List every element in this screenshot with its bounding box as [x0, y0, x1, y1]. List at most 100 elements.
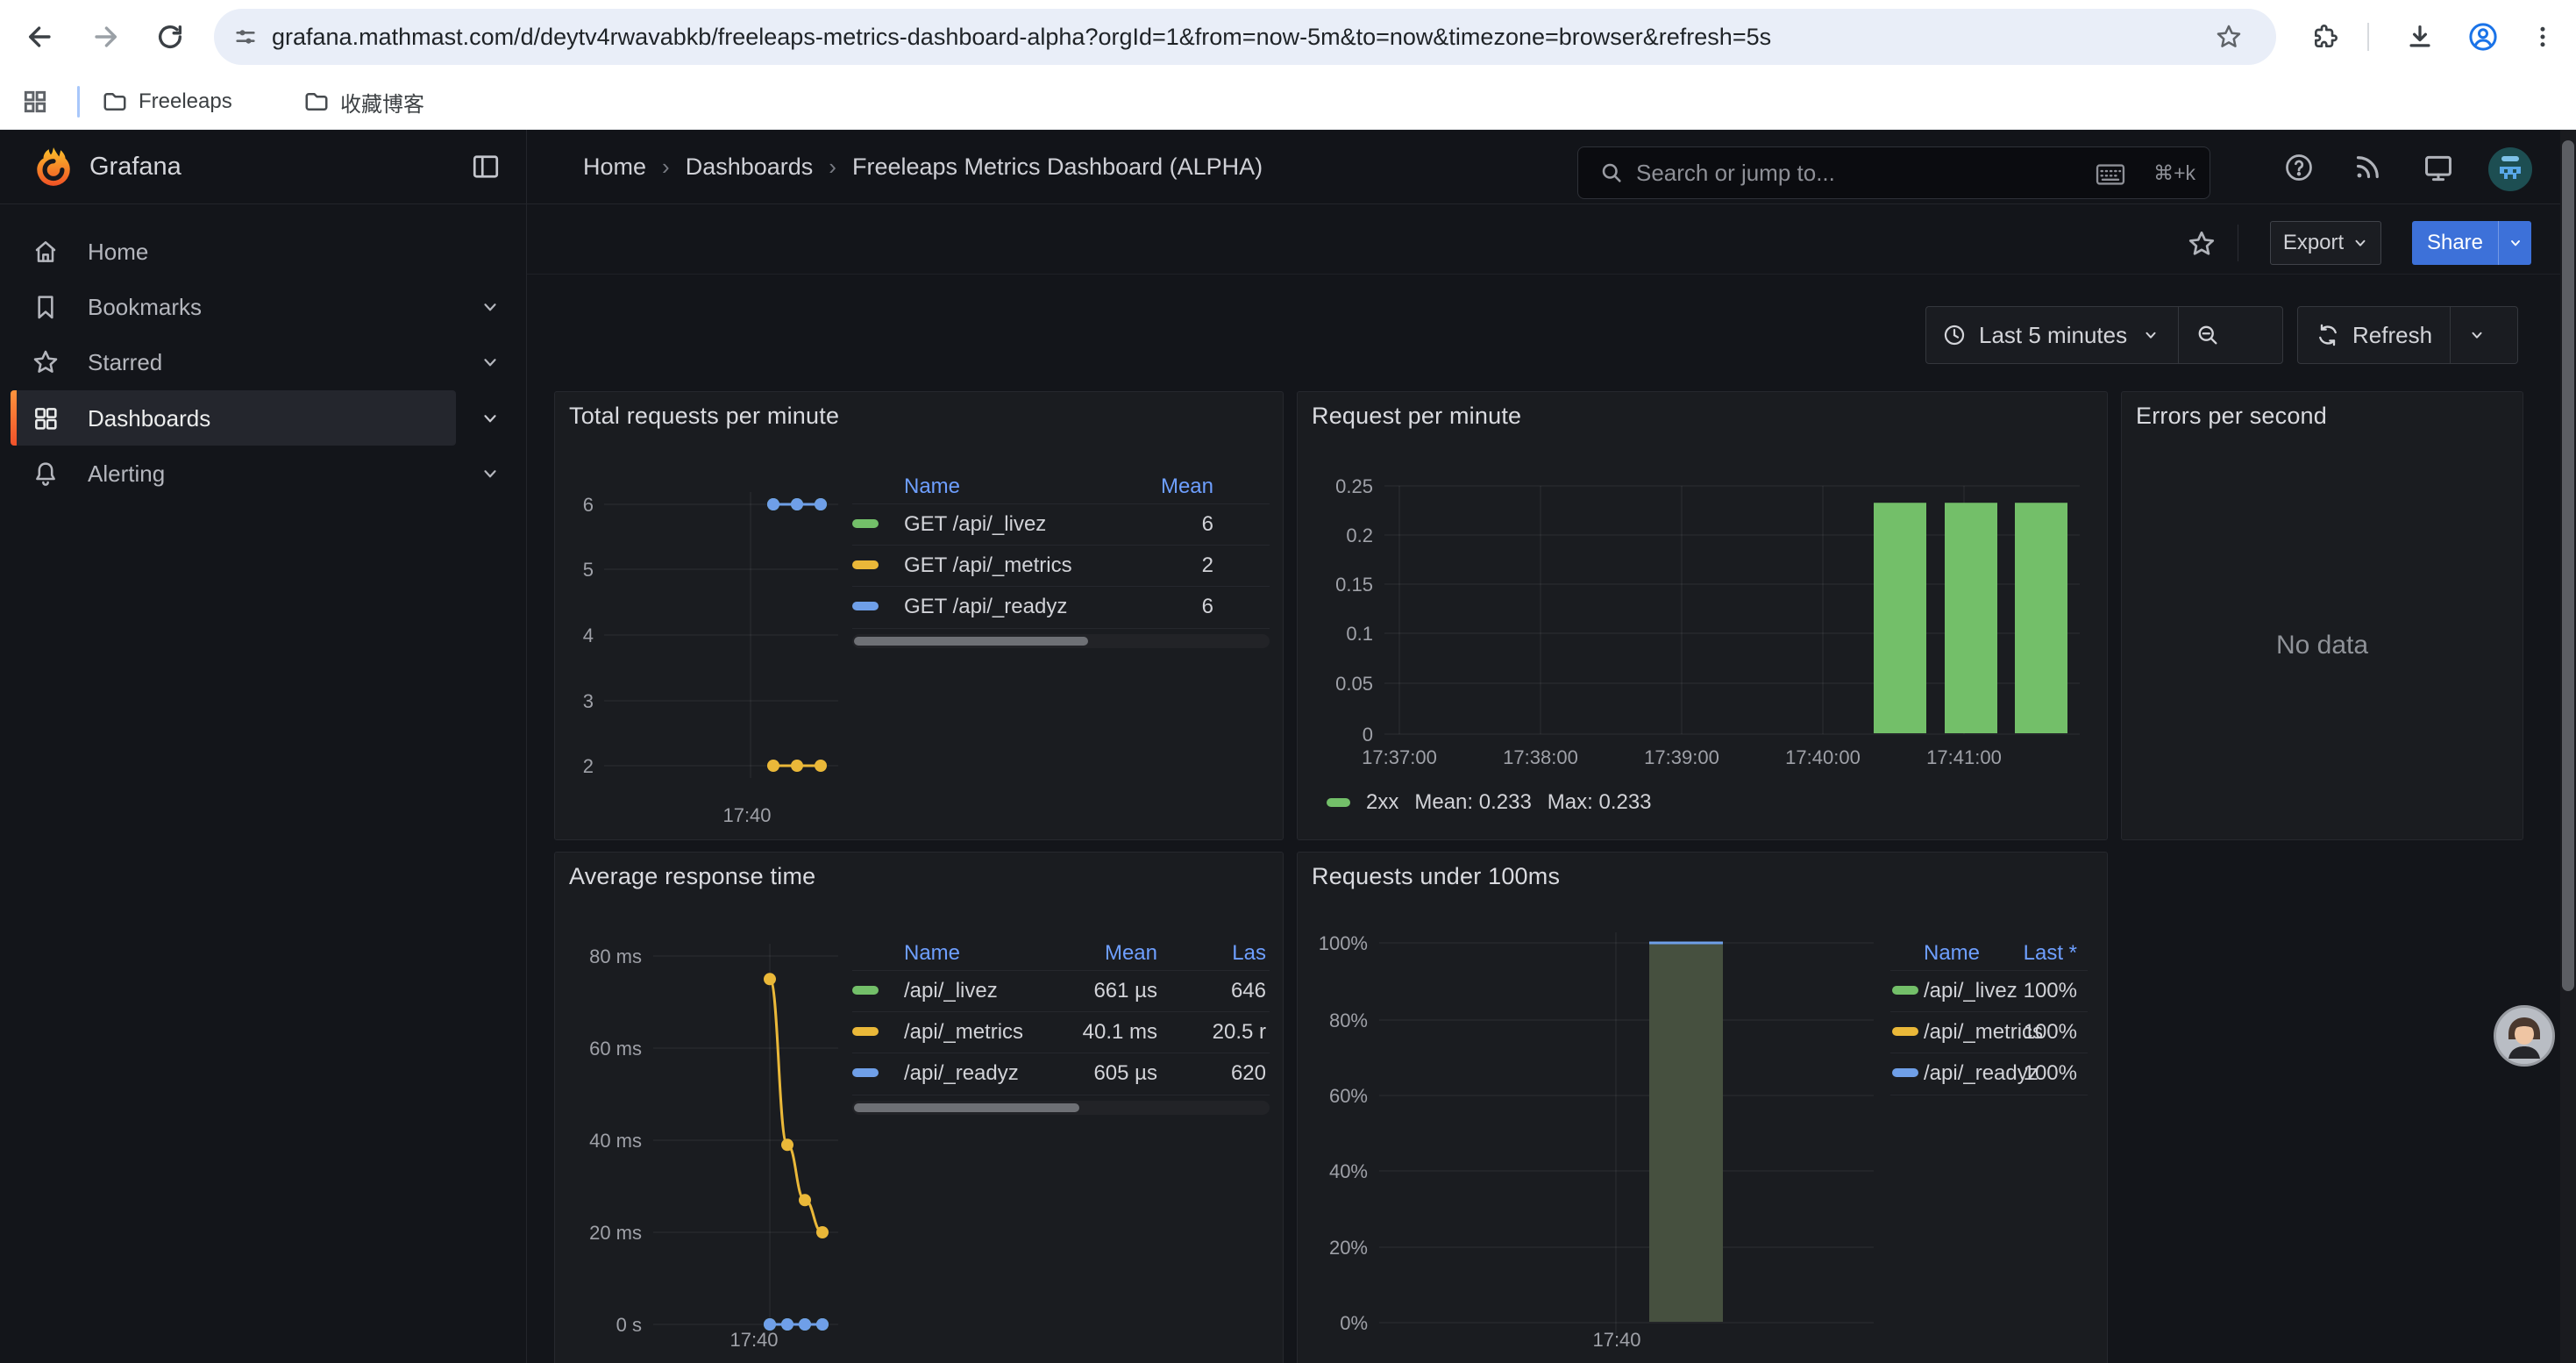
- series-color-pill[interactable]: [852, 519, 879, 528]
- series-color-pill[interactable]: [1892, 986, 1918, 995]
- chevron-down-icon[interactable]: [480, 297, 500, 317]
- legend-series-name[interactable]: GET /api/_readyz: [904, 586, 1067, 627]
- user-avatar[interactable]: [2488, 147, 2532, 191]
- series-color-pill[interactable]: [852, 1068, 879, 1077]
- legend-series-name[interactable]: /api/_metrics: [904, 1011, 1023, 1053]
- chart-data-point[interactable]: [791, 498, 803, 510]
- sidebar-item-bookmarks[interactable]: Bookmarks: [0, 282, 526, 332]
- downloads-icon[interactable]: [2399, 0, 2441, 74]
- bar[interactable]: [1874, 503, 1926, 733]
- back-icon[interactable]: [19, 0, 61, 74]
- legend-scrollbar[interactable]: [852, 1101, 1270, 1115]
- menu-kebab-icon[interactable]: [2522, 0, 2564, 74]
- chart-data-point[interactable]: [781, 1318, 793, 1331]
- page-scrollbar-thumb[interactable]: [2562, 140, 2574, 991]
- breadcrumb-dashboards[interactable]: Dashboards: [686, 153, 814, 181]
- chart-data-point[interactable]: [781, 1138, 793, 1151]
- search-input[interactable]: Search or jump to... ⌘+k: [1577, 146, 2210, 199]
- chevron-down-icon[interactable]: [480, 409, 500, 428]
- chart-data-point[interactable]: [764, 1318, 776, 1331]
- chart-data-point[interactable]: [791, 760, 803, 772]
- news-rss-icon[interactable]: [2352, 152, 2383, 188]
- area-fill[interactable]: [1649, 943, 1723, 1322]
- chart-data-point[interactable]: [816, 1226, 829, 1238]
- chevron-down-icon[interactable]: [480, 353, 500, 372]
- share-button[interactable]: Share: [2412, 221, 2498, 265]
- legend-series-name[interactable]: GET /api/_livez: [904, 503, 1046, 545]
- bookmark-folder-blogs[interactable]: 收藏博客: [303, 74, 424, 130]
- brand-title[interactable]: Grafana: [89, 153, 181, 182]
- sidebar-item-dashboards[interactable]: Dashboards: [0, 393, 526, 444]
- legend-header-name[interactable]: Name: [1924, 936, 1980, 970]
- chart-data-point[interactable]: [815, 760, 827, 772]
- panel-request-per-minute[interactable]: Request per minute 0.250.20.150.10.05017…: [1297, 391, 2108, 840]
- bookmark-star-icon[interactable]: [2215, 23, 2243, 51]
- series-color-pill[interactable]: [852, 1027, 879, 1036]
- series-color-pill[interactable]: [1892, 1068, 1918, 1077]
- url-text[interactable]: grafana.mathmast.com/d/deytv4rwavabkb/fr…: [272, 9, 1771, 65]
- legend-series-name[interactable]: /api/_livez: [904, 970, 998, 1011]
- sidebar-item-starred[interactable]: Starred: [0, 337, 526, 388]
- legend-scrollbar-thumb[interactable]: [854, 637, 1088, 646]
- series-color-pill[interactable]: [852, 602, 879, 610]
- request-per-minute-chart[interactable]: 0.250.20.150.10.05017:37:0017:38:0017:39…: [1298, 392, 2107, 839]
- chart-data-point[interactable]: [815, 498, 827, 510]
- sidebar-item-home[interactable]: Home: [0, 226, 526, 277]
- chevron-down-icon[interactable]: [480, 464, 500, 483]
- legend-header-mean[interactable]: Mean: [1105, 936, 1157, 970]
- extensions-icon[interactable]: [2304, 0, 2346, 74]
- breadcrumb-home[interactable]: Home: [583, 153, 646, 181]
- chart-data-point[interactable]: [767, 760, 779, 772]
- refresh-button[interactable]: Refresh: [2297, 306, 2518, 364]
- panel-requests-under-100ms[interactable]: Requests under 100ms 100%80%60%40%20%0%1…: [1297, 852, 2108, 1363]
- chart-data-point[interactable]: [799, 1194, 811, 1206]
- legend-scrollbar[interactable]: [852, 634, 1270, 648]
- favorite-star-icon[interactable]: [2187, 229, 2217, 263]
- omnibox[interactable]: grafana.mathmast.com/d/deytv4rwavabkb/fr…: [214, 9, 2276, 65]
- legend-header-name[interactable]: Name: [904, 469, 960, 503]
- legend-series-name[interactable]: 2xx: [1366, 790, 1398, 815]
- grafana-logo[interactable]: [32, 146, 75, 194]
- legend-scrollbar-thumb[interactable]: [854, 1103, 1079, 1112]
- profile-icon[interactable]: [2462, 0, 2504, 74]
- legend-header-last[interactable]: Las: [1232, 936, 1266, 970]
- legend-series-name[interactable]: GET /api/_metrics: [904, 545, 1072, 586]
- series-color-pill[interactable]: [1892, 1027, 1918, 1036]
- assistant-avatar[interactable]: [2494, 1005, 2555, 1067]
- forward-icon[interactable]: [84, 0, 126, 74]
- series-color-pill[interactable]: [852, 986, 879, 995]
- panel-average-response-time[interactable]: Average response time 80 ms60 ms40 ms20 …: [554, 852, 1284, 1363]
- panel-total-requests-per-minute[interactable]: Total requests per minute 6543217:40 Nam…: [554, 391, 1284, 840]
- chart-series-line[interactable]: [770, 979, 822, 1232]
- requests-under-100ms-chart[interactable]: 100%80%60%40%20%0%17:40: [1298, 853, 2107, 1363]
- legend-series-name[interactable]: /api/_readyz: [1924, 1053, 2039, 1094]
- time-range-picker[interactable]: Last 5 minutes: [1925, 306, 2283, 364]
- legend-series-name[interactable]: /api/_readyz: [904, 1053, 1019, 1094]
- zoom-out-button[interactable]: [2179, 323, 2237, 347]
- bookmark-folder-freeleaps[interactable]: Freeleaps: [102, 74, 232, 130]
- export-button[interactable]: Export: [2270, 221, 2381, 265]
- panel-errors-per-second[interactable]: Errors per second No data: [2121, 391, 2523, 840]
- apps-grid-icon[interactable]: [21, 88, 49, 120]
- legend-header-mean[interactable]: Mean: [1161, 469, 1213, 503]
- reload-icon[interactable]: [149, 0, 191, 74]
- legend-header-last[interactable]: Last *: [2024, 936, 2077, 970]
- share-dropdown-button[interactable]: [2498, 221, 2531, 265]
- legend-header-name[interactable]: Name: [904, 936, 960, 970]
- sidebar-toggle-icon[interactable]: [470, 151, 502, 187]
- panel-title[interactable]: Errors per second: [2136, 403, 2327, 430]
- bar[interactable]: [1945, 503, 1997, 733]
- chart-data-point[interactable]: [764, 973, 776, 985]
- site-settings-icon[interactable]: [233, 25, 258, 49]
- bar[interactable]: [2015, 503, 2067, 733]
- refresh-interval-dropdown[interactable]: [2451, 327, 2503, 343]
- series-color-pill[interactable]: [852, 560, 879, 569]
- chart-data-point[interactable]: [767, 498, 779, 510]
- monitor-icon[interactable]: [2422, 152, 2455, 189]
- chart-data-point[interactable]: [799, 1318, 811, 1331]
- chart-data-point[interactable]: [816, 1318, 829, 1331]
- legend-row[interactable]: 2xx Mean: 0.233 Max: 0.233: [1327, 790, 1652, 815]
- help-icon[interactable]: [2283, 152, 2315, 188]
- sidebar-item-alerting[interactable]: Alerting: [0, 448, 526, 499]
- legend-series-name[interactable]: /api/_livez: [1924, 970, 2017, 1011]
